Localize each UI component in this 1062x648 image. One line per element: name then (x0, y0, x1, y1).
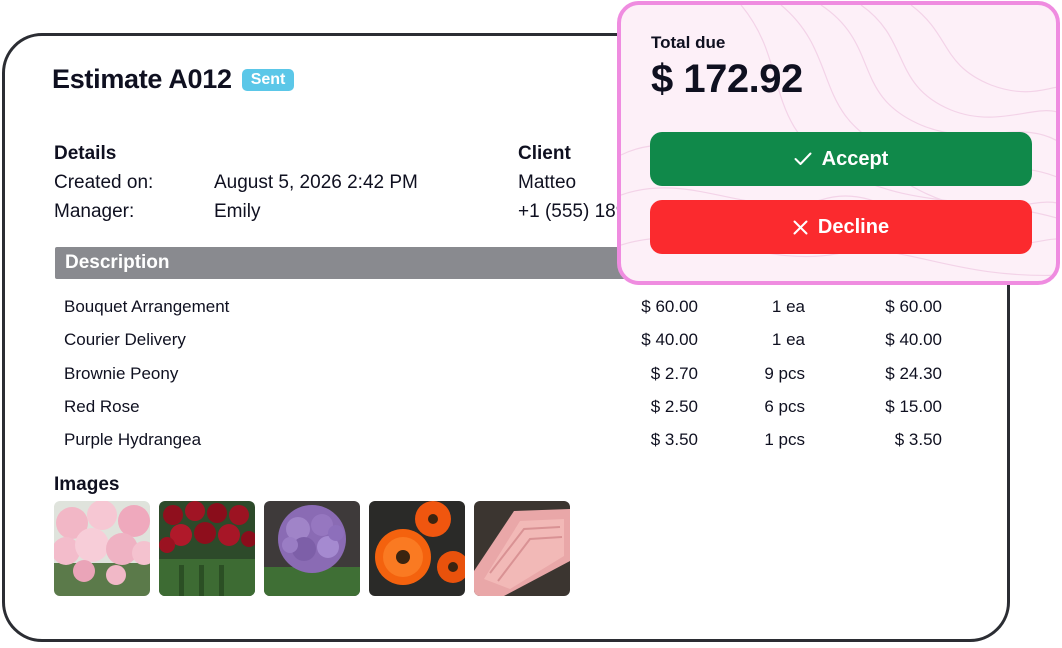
table-row: Red Rose $ 2.50 6 pcs $ 15.00 (64, 390, 944, 423)
close-icon (793, 220, 808, 234)
estimate-title: Estimate A012 (52, 64, 232, 94)
pink-peonies-photo[interactable] (54, 501, 150, 596)
table-row: Courier Delivery $ 40.00 1 ea $ 40.00 (64, 323, 944, 356)
item-name: Courier Delivery (64, 330, 186, 350)
image-gallery (54, 501, 570, 596)
client-heading: Client (518, 143, 571, 164)
item-price: $ 60.00 (641, 297, 698, 316)
manager-row: Manager: Emily (54, 197, 418, 226)
description-header: Description (55, 247, 655, 279)
pink-wrapping-paper-photo[interactable] (474, 501, 570, 596)
images-heading: Images (54, 474, 120, 495)
check-icon (794, 152, 812, 165)
payment-panel: Total due $ 172.92 Accept Decline (617, 1, 1060, 285)
item-total: $ 24.30 (885, 363, 942, 383)
manager-label: Manager: (54, 201, 135, 222)
item-total: $ 60.00 (885, 297, 942, 316)
estimate-header: Estimate A012 Sent (52, 64, 295, 95)
client-phone: +1 (555) 189 (518, 201, 627, 222)
client-section: Client Matteo +1 (555) 189 (518, 139, 626, 226)
manager-value: Emily (214, 201, 261, 222)
created-label: Created on: (54, 172, 154, 193)
item-price: $ 2.70 (650, 363, 698, 383)
item-price: $ 2.50 (650, 396, 698, 416)
item-name: Bouquet Arrangement (64, 297, 230, 316)
details-heading: Details (54, 143, 117, 164)
item-name: Brownie Peony (64, 363, 179, 383)
item-total: $ 3.50 (894, 430, 942, 450)
client-name: Matteo (518, 172, 577, 193)
red-roses-photo[interactable] (159, 501, 255, 596)
accept-button[interactable]: Accept (650, 132, 1032, 186)
line-items-table: Bouquet Arrangement $ 60.00 1 ea $ 60.00… (64, 290, 944, 456)
orange-gerbera-photo[interactable] (369, 501, 465, 596)
item-qty: 6 pcs (764, 396, 805, 416)
accept-label: Accept (821, 147, 889, 170)
item-name: Red Rose (64, 396, 140, 416)
item-name: Purple Hydrangea (64, 430, 202, 450)
table-row: Brownie Peony $ 2.70 9 pcs $ 24.30 (64, 357, 944, 390)
decline-button[interactable]: Decline (650, 200, 1032, 254)
item-qty: 1 ea (771, 330, 805, 350)
item-qty: 1 pcs (764, 430, 805, 450)
created-value: August 5, 2026 2:42 PM (214, 172, 418, 193)
details-section: Details Created on: August 5, 2026 2:42 … (54, 139, 418, 226)
item-qty: 9 pcs (764, 363, 805, 383)
table-row: Bouquet Arrangement $ 60.00 1 ea $ 60.00 (64, 290, 944, 323)
total-due-label: Total due (651, 33, 726, 52)
total-due-amount: $ 172.92 (651, 57, 803, 101)
purple-hydrangea-photo[interactable] (264, 501, 360, 596)
created-row: Created on: August 5, 2026 2:42 PM (54, 168, 418, 197)
item-price: $ 3.50 (650, 430, 698, 450)
item-total: $ 40.00 (885, 330, 942, 350)
decline-label: Decline (817, 215, 890, 238)
item-total: $ 15.00 (885, 396, 942, 416)
status-badge: Sent (241, 68, 295, 91)
item-price: $ 40.00 (641, 330, 698, 350)
table-row: Purple Hydrangea $ 3.50 1 pcs $ 3.50 (64, 423, 944, 456)
item-qty: 1 ea (771, 297, 805, 316)
